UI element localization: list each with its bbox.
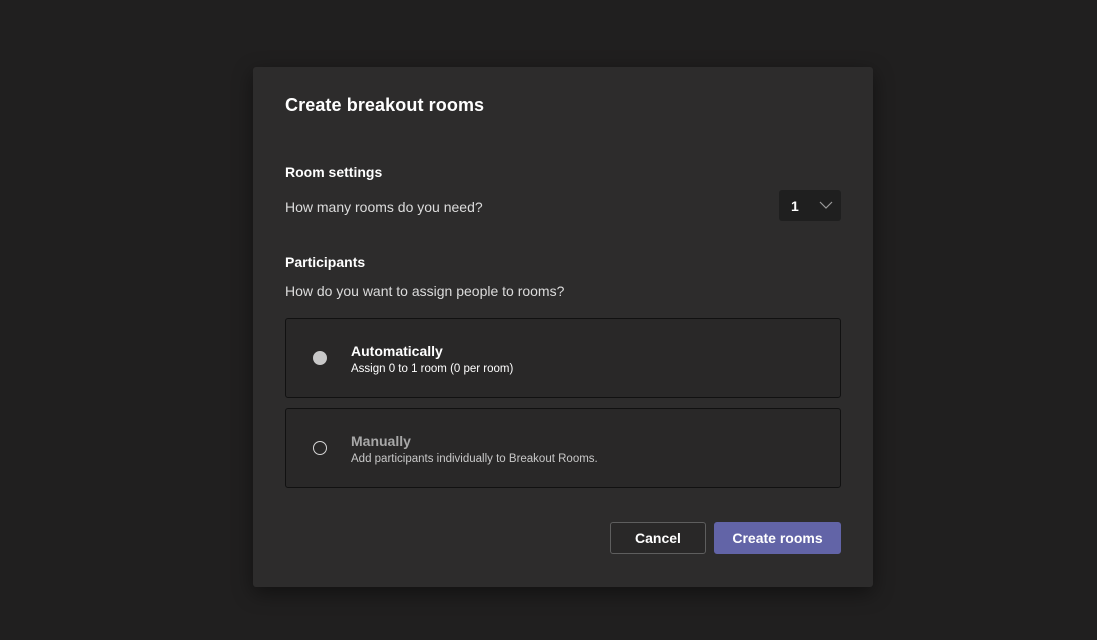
room-count-question: How many rooms do you need? <box>285 199 483 215</box>
dialog-title: Create breakout rooms <box>285 95 485 115</box>
assign-question: How do you want to assign people to room… <box>285 283 565 299</box>
option-automatically-description: Assign 0 to 1 room (0 per room) <box>351 363 514 375</box>
room-count-dropdown[interactable]: 1 <box>779 190 841 221</box>
room-count-value: 1 <box>791 198 799 214</box>
room-settings-heading: Room settings <box>285 164 383 180</box>
radio-automatically[interactable] <box>313 351 327 365</box>
option-manually-title: Manually <box>351 433 411 449</box>
option-automatically[interactable]: Automatically Assign 0 to 1 room (0 per … <box>285 318 841 398</box>
cancel-button[interactable]: Cancel <box>610 522 706 554</box>
option-automatically-title: Automatically <box>351 343 443 359</box>
option-manually[interactable]: Manually Add participants individually t… <box>285 408 841 488</box>
create-breakout-rooms-dialog: Create breakout rooms Room settings How … <box>253 67 873 587</box>
option-manually-description: Add participants individually to Breakou… <box>351 453 598 465</box>
chevron-down-icon <box>819 201 833 209</box>
participants-heading: Participants <box>285 254 366 270</box>
create-rooms-button[interactable]: Create rooms <box>714 522 841 554</box>
radio-manually[interactable] <box>313 441 327 455</box>
